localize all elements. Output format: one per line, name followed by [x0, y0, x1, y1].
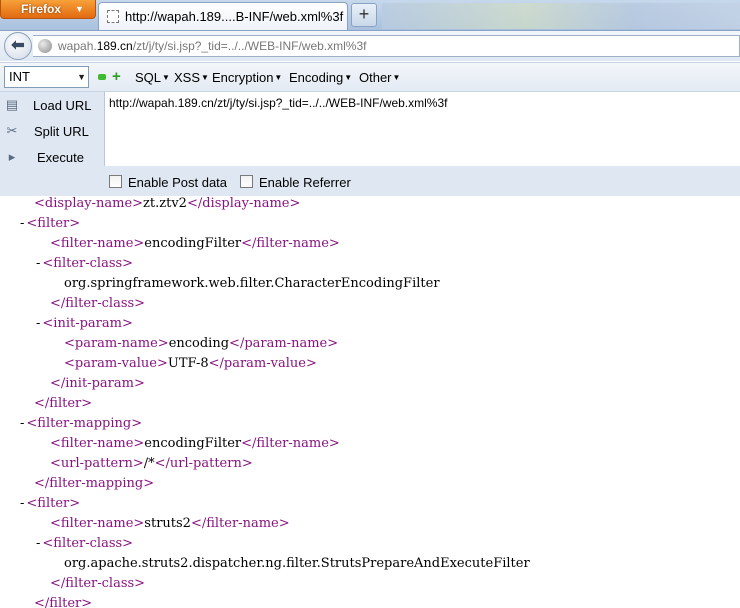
increase-icon[interactable]: + — [112, 68, 121, 85]
hackbar-toolbar: INT ▼ + SQL▼ XSS▼ Encryption▼ Encoding▼ … — [0, 62, 740, 92]
xml-line: <param-name>encoding</param-name> — [64, 336, 339, 351]
xml-line: </init-param> — [50, 376, 145, 391]
tab-active[interactable]: http://wapah.189....B-INF/web.xml%3f — [98, 2, 348, 30]
menu-encryption[interactable]: Encryption▼ — [212, 70, 282, 85]
xml-line: - <filter-mapping> — [20, 416, 143, 431]
type-select[interactable]: INT ▼ — [4, 66, 89, 88]
url-bar[interactable]: wapah.189.cn/zt/j/ty/si.jsp?_tid=../../W… — [33, 35, 740, 57]
load-url-button[interactable]: ▤ Load URL — [0, 94, 104, 118]
xml-line: - <filter> — [20, 216, 81, 231]
xml-line: org.springframework.web.filter.Character… — [64, 276, 440, 291]
xml-line: <filter-name>struts2</filter-name> — [50, 516, 290, 531]
firefox-menu-label: Firefox — [21, 2, 62, 16]
menu-sql[interactable]: SQL▼ — [135, 70, 170, 85]
load-url-icon: ▤ — [5, 97, 19, 112]
new-tab-button[interactable]: + — [351, 3, 377, 27]
enable-referrer-label: Enable Referrer — [259, 175, 351, 190]
collapse-toggle[interactable]: - — [36, 316, 40, 331]
xml-tree-view: <display-name>zt.ztv2</display-name> - <f… — [0, 196, 740, 608]
xml-line: <filter-name>encodingFilter</filter-name… — [50, 236, 340, 251]
chevron-down-icon: ▼ — [75, 4, 84, 14]
menu-xss[interactable]: XSS▼ — [174, 70, 209, 85]
hackbar-panel: ▤ Load URL ✂ Split URL ▸ Execute http://… — [0, 92, 740, 196]
type-select-value: INT — [9, 69, 30, 84]
xml-line: <filter-name>encodingFilter</filter-name… — [50, 436, 340, 451]
xml-line: </filter-class> — [50, 576, 146, 591]
xml-line: </filter-mapping> — [34, 476, 155, 491]
navigation-bar: ⬅ wapah.189.cn/zt/j/ty/si.jsp?_tid=../..… — [0, 31, 740, 61]
collapse-toggle[interactable]: - — [20, 416, 24, 431]
xml-line: </filter> — [34, 396, 93, 411]
menu-other[interactable]: Other▼ — [359, 70, 400, 85]
collapse-toggle[interactable]: - — [20, 496, 24, 511]
decrease-icon[interactable] — [98, 74, 106, 80]
split-url-button[interactable]: ✂ Split URL — [0, 120, 104, 144]
enable-post-label: Enable Post data — [128, 175, 228, 190]
split-url-label: Split URL — [34, 124, 89, 139]
dropdown-arrow-icon: ▼ — [77, 72, 86, 82]
xml-line: - <filter> — [20, 496, 81, 511]
url-textarea[interactable]: http://wapah.189.cn/zt/j/ty/si.jsp?_tid=… — [104, 92, 740, 166]
xml-line: org.apache.struts2.dispatcher.ng.filter.… — [64, 556, 530, 571]
execute-button[interactable]: ▸ Execute — [0, 146, 104, 170]
tab-title: http://wapah.189....B-INF/web.xml%3f — [125, 9, 344, 24]
arrow-left-icon: ⬅ — [11, 37, 25, 54]
xml-line: - <init-param> — [36, 316, 133, 331]
xml-line: <param-value>UTF-8</param-value> — [64, 356, 317, 371]
xml-line: - <filter-class> — [36, 256, 134, 271]
collapse-toggle[interactable]: - — [36, 256, 40, 271]
collapse-toggle[interactable]: - — [36, 536, 40, 551]
enable-post-checkbox[interactable] — [109, 175, 122, 188]
firefox-menu-button[interactable]: Firefox ▼ — [0, 0, 96, 19]
url-text: wapah.189.cn/zt/j/ty/si.jsp?_tid=../../W… — [58, 39, 367, 53]
collapse-toggle[interactable]: - — [20, 216, 24, 231]
xml-line: </filter> — [34, 596, 93, 608]
url-textarea-value: http://wapah.189.cn/zt/j/ty/si.jsp?_tid=… — [109, 96, 448, 110]
back-button[interactable]: ⬅ — [4, 32, 32, 60]
play-icon: ▸ — [8, 149, 16, 164]
enable-referrer-checkbox[interactable] — [240, 175, 253, 188]
xml-line: <display-name>zt.ztv2</display-name> — [34, 196, 301, 211]
page-favicon-icon — [107, 10, 119, 23]
scissors-icon: ✂ — [6, 123, 18, 138]
xml-line: - <filter-class> — [36, 536, 134, 551]
tab-strip: Firefox ▼ http://wapah.189....B-INF/web.… — [0, 0, 740, 31]
xml-line: <url-pattern>/*</url-pattern> — [50, 456, 253, 471]
globe-icon — [38, 39, 52, 53]
xml-line: </filter-class> — [50, 296, 146, 311]
menu-encoding[interactable]: Encoding▼ — [289, 70, 352, 85]
background-tab[interactable] — [382, 3, 740, 29]
load-url-label: Load URL — [33, 98, 92, 113]
execute-label: Execute — [37, 150, 84, 165]
